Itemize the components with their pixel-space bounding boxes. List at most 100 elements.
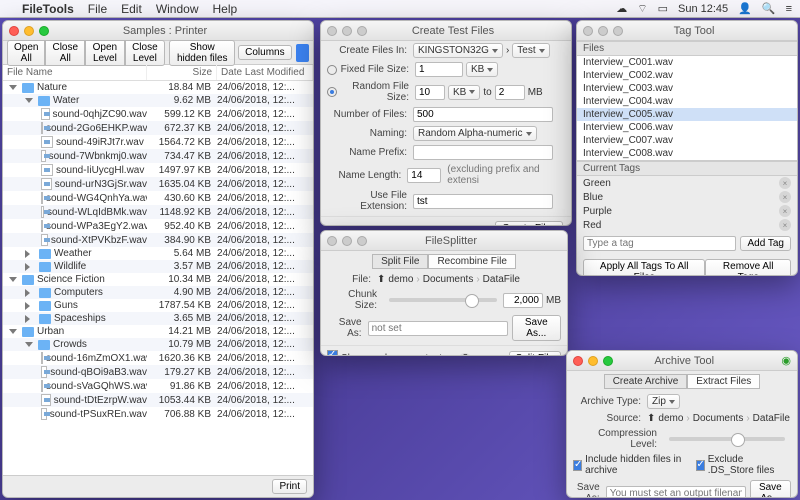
samples-titlebar[interactable]: Samples : Printer (3, 21, 313, 41)
header-size[interactable]: Size (147, 65, 217, 80)
tab-extract-files[interactable]: Extract Files (687, 374, 760, 389)
exclude-dsstore-checkbox[interactable] (696, 460, 705, 471)
folder-select[interactable]: Test (512, 43, 549, 58)
close-icon[interactable] (9, 26, 19, 36)
close-all-button[interactable]: Close All (45, 40, 85, 66)
table-row[interactable]: sound-WPa3EgY2.wav952.40 KB24/06/2018, 1… (3, 219, 313, 233)
saveas-input[interactable] (368, 321, 508, 336)
list-item[interactable]: Interview_C007.wav (577, 134, 797, 147)
remove-tag-icon[interactable]: × (779, 191, 791, 203)
table-row[interactable]: Wildlife3.57 MB24/06/2018, 12:... (3, 260, 313, 273)
tab-recombine-file[interactable]: Recombine File (428, 254, 515, 269)
info-icon[interactable]: ? (458, 353, 472, 356)
disclosure-open-icon[interactable] (25, 342, 33, 347)
list-item[interactable]: Interview_C001.wav (577, 56, 797, 69)
tab-split-file[interactable]: Split File (372, 254, 428, 269)
remove-all-tags-button[interactable]: Remove All Tags (705, 259, 791, 276)
user-icon[interactable]: 👤 (738, 2, 752, 15)
extension-input[interactable] (413, 194, 553, 209)
tag-row[interactable]: Purple× (577, 204, 797, 218)
disclosure-open-icon[interactable] (9, 277, 17, 282)
list-item[interactable]: Interview_C003.wav (577, 82, 797, 95)
table-row[interactable]: sound-7Wbnkmj0.wav734.47 KB24/06/2018, 1… (3, 149, 313, 163)
naming-select[interactable]: Random Alpha-numeric (413, 126, 537, 141)
remove-tag-icon[interactable]: × (779, 219, 791, 231)
list-item[interactable]: Interview_C008.wav (577, 147, 797, 160)
split-file-button[interactable]: Split File (509, 351, 561, 356)
list-item[interactable]: Interview_C002.wav (577, 69, 797, 82)
table-row[interactable]: sound-16mZmOX1.wav1620.36 KB24/06/2018, … (3, 351, 313, 365)
wifi-icon[interactable]: ⌔ (637, 2, 647, 16)
open-all-button[interactable]: Open All (7, 40, 45, 66)
menu-file[interactable]: File (88, 2, 107, 16)
open-level-button[interactable]: Open Level (85, 40, 125, 66)
menubar-app[interactable]: FileTools (22, 2, 74, 16)
file-rows[interactable]: Nature18.84 MB24/06/2018, 12:...Water9.6… (3, 81, 313, 485)
table-row[interactable]: sound-urN3GjSr.wav1635.04 KB24/06/2018, … (3, 177, 313, 191)
add-tag-button[interactable]: Add Tag (740, 236, 791, 251)
numfiles-input[interactable] (413, 107, 553, 122)
table-row[interactable]: sound-tPSuxREn.wav706.88 KB24/06/2018, 1… (3, 407, 313, 421)
table-row[interactable]: sound-IiUycgHl.wav1497.97 KB24/06/2018, … (3, 163, 313, 177)
menubar-clock[interactable]: Sun 12:45 (678, 3, 728, 15)
header-date[interactable]: Date Last Modified (217, 65, 313, 80)
chunk-input[interactable] (503, 293, 543, 308)
showpkg-checkbox[interactable] (327, 350, 338, 356)
disclosure-closed-icon[interactable] (25, 315, 34, 323)
table-row[interactable]: sound-sVaGQhWS.wav91.86 KB24/06/2018, 12… (3, 379, 313, 393)
disclosure-open-icon[interactable] (9, 85, 17, 90)
fixed-unit-select[interactable]: KB (466, 62, 498, 77)
color-swatch-icon[interactable] (296, 44, 309, 62)
disclosure-closed-icon[interactable] (25, 302, 34, 310)
random-radio[interactable] (327, 87, 337, 97)
device-select[interactable]: KINGSTON32G (413, 43, 503, 58)
tag-file-list[interactable]: Interview_C001.wavInterview_C002.wavInte… (577, 56, 797, 161)
close-icon[interactable] (573, 356, 583, 366)
table-row[interactable]: Weather5.64 MB24/06/2018, 12:... (3, 247, 313, 260)
close-level-button[interactable]: Close Level (125, 40, 165, 66)
fixed-size-input[interactable] (415, 62, 463, 77)
compression-slider[interactable] (669, 437, 785, 441)
table-row[interactable]: sound-WLqIdBMk.wav1148.92 KB24/06/2018, … (3, 205, 313, 219)
archive-type-select[interactable]: Zip (647, 394, 680, 409)
table-row[interactable]: Crowds10.79 MB24/06/2018, 12:... (3, 338, 313, 351)
cloud-icon[interactable]: ☁ (616, 2, 627, 15)
breadcrumb[interactable]: ⬆ demo›Documents›DataFile (647, 413, 790, 424)
tag-input[interactable] (583, 236, 736, 251)
table-row[interactable]: sound-XtPVKbzF.wav384.90 KB24/06/2018, 1… (3, 233, 313, 247)
tab-create-archive[interactable]: Create Archive (604, 374, 688, 389)
print-button[interactable]: Print (272, 479, 307, 494)
fixed-radio[interactable] (327, 65, 337, 75)
spotlight-icon[interactable]: 🔍 (762, 2, 776, 15)
tag-row[interactable]: Green× (577, 176, 797, 190)
table-row[interactable]: sound-tDtEzrpW.wav1053.44 KB24/06/2018, … (3, 393, 313, 407)
disclosure-closed-icon[interactable] (25, 263, 34, 271)
chunk-slider[interactable] (389, 298, 497, 302)
apply-all-tags-button[interactable]: Apply All Tags To All Files (583, 259, 705, 276)
close-icon[interactable] (583, 26, 593, 36)
table-row[interactable]: Urban14.21 MB24/06/2018, 12:... (3, 325, 313, 338)
remove-tag-icon[interactable]: × (779, 205, 791, 217)
header-name[interactable]: File Name (3, 65, 147, 80)
table-row[interactable]: sound-qBOi9aB3.wav179.27 KB24/06/2018, 1… (3, 365, 313, 379)
close-icon[interactable] (327, 236, 337, 246)
saveas-button[interactable]: Save As... (512, 315, 561, 341)
table-row[interactable]: Guns1787.54 KB24/06/2018, 12:... (3, 299, 313, 312)
tag-row[interactable]: Blue× (577, 190, 797, 204)
battery-icon[interactable]: ▭ (658, 2, 668, 15)
disclosure-closed-icon[interactable] (25, 289, 34, 297)
random-min-input[interactable] (415, 85, 445, 100)
create-files-button[interactable]: Create Files (495, 221, 563, 226)
arc-saveas-button[interactable]: Save As... (750, 480, 791, 498)
show-hidden-button[interactable]: Show hidden files (169, 40, 235, 66)
help-icon[interactable]: ◉ (781, 354, 791, 367)
list-item[interactable]: Interview_C004.wav (577, 95, 797, 108)
columns-button[interactable]: Columns (238, 45, 291, 60)
disclosure-closed-icon[interactable] (25, 250, 34, 258)
list-item[interactable]: Interview_C005.wav (577, 108, 797, 121)
namelen-input[interactable] (407, 168, 441, 183)
tag-row[interactable]: Red× (577, 218, 797, 232)
table-row[interactable]: sound-2Go6EHKP.wav672.37 KB24/06/2018, 1… (3, 121, 313, 135)
arc-saveas-input[interactable] (606, 486, 746, 499)
menu-help[interactable]: Help (213, 2, 238, 16)
